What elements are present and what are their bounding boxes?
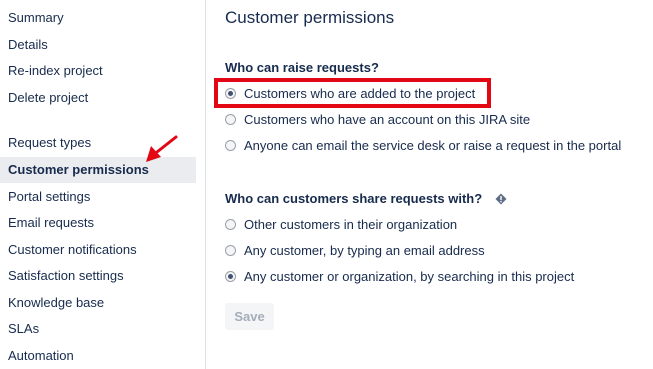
sidebar-item-knowledge-base[interactable]: Knowledge base — [0, 290, 196, 316]
project-settings-sidebar: Summary Details Re-index project Delete … — [0, 0, 206, 369]
radio-button-checked[interactable] — [225, 270, 236, 282]
share-requests-heading-text: Who can customers share requests with? — [225, 191, 483, 206]
sidebar-item-satisfaction-settings[interactable]: Satisfaction settings — [0, 263, 196, 289]
raise-option-label: Anyone can email the service desk or rai… — [244, 137, 622, 153]
share-option-search[interactable]: Any customer or organization, by searchi… — [225, 266, 574, 286]
sidebar-item-summary[interactable]: Summary — [0, 5, 196, 31]
share-option-label: Other customers in their organization — [244, 216, 458, 232]
sidebar-item-automation[interactable]: Automation — [0, 343, 196, 369]
raise-option-anyone[interactable]: Anyone can email the service desk or rai… — [225, 135, 621, 155]
main-content: Customer permissions Who can raise reque… — [225, 0, 653, 369]
sidebar-item-re-index-project[interactable]: Re-index project — [0, 58, 196, 84]
sidebar-item-details[interactable]: Details — [0, 32, 196, 58]
sidebar-item-request-types[interactable]: Request types — [0, 130, 196, 156]
radio-button[interactable] — [225, 139, 236, 151]
warning-diamond-icon[interactable] — [495, 193, 507, 205]
share-option-label: Any customer or organization, by searchi… — [244, 268, 575, 284]
raise-option-label: Customers who have an account on this JI… — [244, 111, 531, 127]
radio-button[interactable] — [225, 113, 236, 125]
radio-button[interactable] — [225, 218, 236, 230]
sidebar-item-customer-notifications[interactable]: Customer notifications — [0, 237, 196, 263]
sidebar-item-slas[interactable]: SLAs — [0, 316, 196, 342]
sidebar-item-customer-permissions[interactable]: Customer permissions — [0, 157, 196, 183]
page-title: Customer permissions — [225, 8, 395, 27]
raise-requests-heading: Who can raise requests? — [225, 60, 379, 75]
radio-button[interactable] — [225, 244, 236, 256]
save-button[interactable]: Save — [225, 303, 274, 330]
sidebar-item-email-requests[interactable]: Email requests — [0, 210, 196, 236]
share-option-email[interactable]: Any customer, by typing an email address — [225, 240, 485, 260]
raise-option-label: Customers who are added to the project — [244, 85, 476, 101]
radio-button-checked[interactable] — [225, 87, 236, 99]
raise-option-jira-account[interactable]: Customers who have an account on this JI… — [225, 109, 530, 129]
raise-option-added-customers[interactable]: Customers who are added to the project — [225, 83, 475, 103]
share-option-label: Any customer, by typing an email address — [244, 242, 485, 258]
sidebar-item-delete-project[interactable]: Delete project — [0, 85, 196, 111]
share-requests-heading: Who can customers share requests with? — [225, 191, 507, 206]
sidebar-item-portal-settings[interactable]: Portal settings — [0, 184, 196, 210]
share-option-organization[interactable]: Other customers in their organization — [225, 214, 457, 234]
